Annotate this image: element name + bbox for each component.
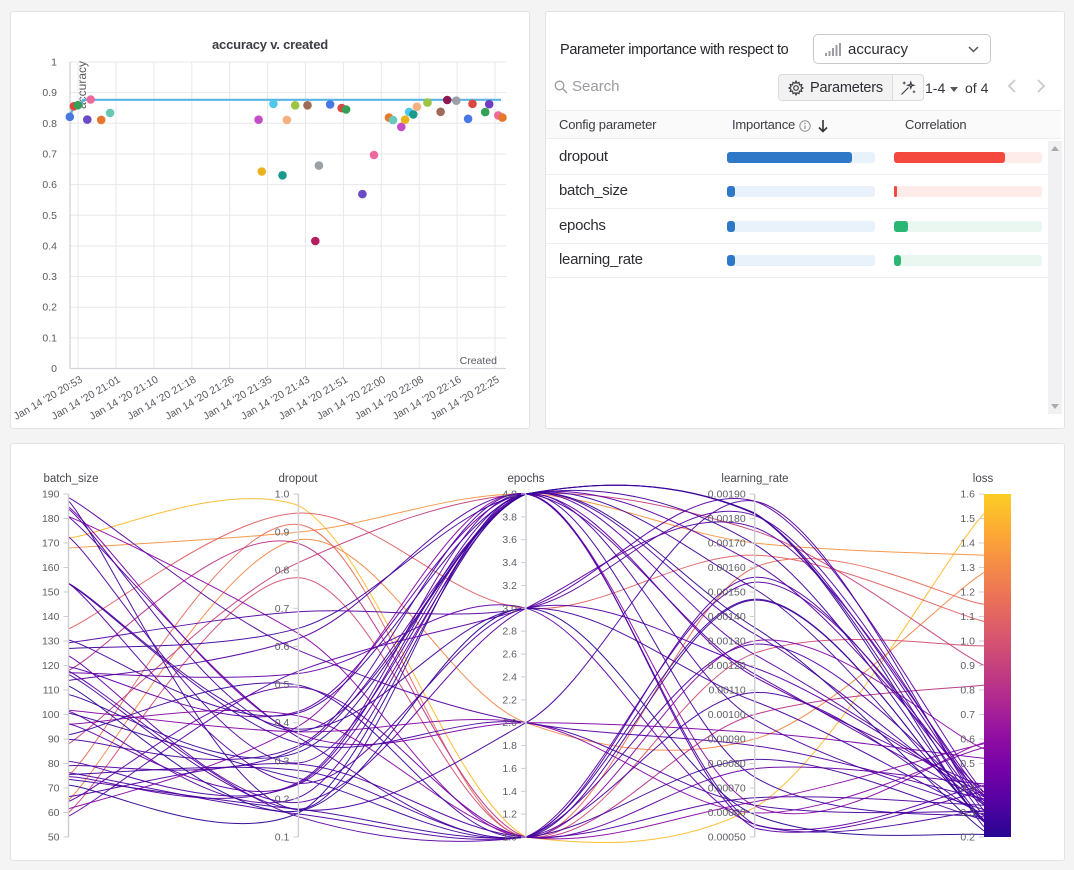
- svg-text:0.3: 0.3: [275, 755, 290, 767]
- svg-text:3.6: 3.6: [502, 534, 517, 546]
- svg-text:0.8: 0.8: [960, 685, 975, 697]
- svg-text:2.4: 2.4: [502, 671, 517, 683]
- svg-text:1.2: 1.2: [960, 587, 975, 599]
- svg-text:70: 70: [48, 783, 60, 795]
- svg-text:90: 90: [48, 734, 60, 746]
- svg-text:100: 100: [42, 709, 60, 721]
- svg-text:1.0: 1.0: [275, 489, 290, 501]
- svg-text:0.6: 0.6: [42, 179, 57, 191]
- svg-text:120: 120: [42, 660, 60, 672]
- svg-text:0.00060: 0.00060: [708, 807, 746, 819]
- svg-text:0.1: 0.1: [275, 832, 290, 844]
- svg-text:1.2: 1.2: [502, 809, 517, 821]
- svg-text:110: 110: [43, 685, 60, 697]
- svg-text:0.00070: 0.00070: [708, 783, 746, 795]
- svg-text:dropout: dropout: [278, 473, 318, 485]
- svg-text:0.9: 0.9: [42, 87, 57, 99]
- svg-text:0.6: 0.6: [275, 641, 290, 653]
- svg-text:0.00090: 0.00090: [708, 734, 746, 746]
- svg-text:0.5: 0.5: [42, 210, 57, 222]
- svg-text:0.7: 0.7: [42, 149, 57, 161]
- svg-text:Jan 14 '20 22:25: Jan 14 '20 22:25: [429, 374, 502, 423]
- svg-text:160: 160: [42, 562, 60, 574]
- svg-text:Created: Created: [460, 355, 498, 367]
- svg-text:60: 60: [48, 807, 60, 819]
- svg-text:0.00160: 0.00160: [708, 562, 746, 574]
- svg-text:140: 140: [42, 611, 60, 623]
- svg-text:0.7: 0.7: [275, 603, 290, 615]
- svg-text:0.00150: 0.00150: [708, 587, 746, 599]
- svg-text:3.4: 3.4: [502, 557, 517, 569]
- svg-text:1: 1: [51, 57, 57, 69]
- svg-text:0.3: 0.3: [42, 271, 57, 283]
- svg-text:loss: loss: [973, 473, 994, 485]
- svg-text:0.2: 0.2: [42, 302, 57, 314]
- svg-text:80: 80: [48, 758, 60, 770]
- svg-text:4.0: 4.0: [502, 489, 517, 501]
- svg-text:0.4: 0.4: [960, 783, 975, 795]
- svg-text:0.2: 0.2: [960, 832, 975, 844]
- svg-text:2.8: 2.8: [502, 626, 517, 638]
- svg-text:50: 50: [48, 832, 60, 844]
- svg-text:0.4: 0.4: [42, 240, 57, 252]
- svg-text:0.7: 0.7: [960, 709, 975, 721]
- svg-text:0.00100: 0.00100: [708, 709, 746, 721]
- svg-text:190: 190: [42, 489, 60, 501]
- svg-text:batch_size: batch_size: [44, 473, 99, 485]
- svg-text:2.2: 2.2: [502, 694, 517, 706]
- svg-text:0.8: 0.8: [42, 118, 57, 130]
- svg-text:180: 180: [42, 513, 60, 525]
- svg-text:1.3: 1.3: [960, 562, 975, 574]
- svg-text:3.0: 3.0: [502, 603, 517, 615]
- svg-text:0.9: 0.9: [275, 527, 290, 539]
- svg-text:1.1: 1.1: [960, 611, 975, 623]
- svg-text:0.8: 0.8: [275, 565, 290, 577]
- svg-text:0.00170: 0.00170: [708, 538, 746, 550]
- svg-text:1.5: 1.5: [960, 513, 975, 525]
- svg-text:0.9: 0.9: [960, 660, 975, 672]
- svg-text:1.0: 1.0: [960, 636, 975, 648]
- svg-text:0.00140: 0.00140: [708, 611, 746, 623]
- svg-text:3.2: 3.2: [502, 580, 517, 592]
- svg-text:learning_rate: learning_rate: [721, 473, 788, 485]
- svg-text:0.5: 0.5: [960, 758, 975, 770]
- svg-text:0.00120: 0.00120: [708, 660, 746, 672]
- svg-text:130: 130: [42, 636, 60, 648]
- svg-text:0.00130: 0.00130: [708, 636, 746, 648]
- svg-text:0: 0: [51, 363, 57, 375]
- svg-text:0.00080: 0.00080: [708, 758, 746, 770]
- svg-text:epochs: epochs: [507, 473, 544, 485]
- svg-text:2.0: 2.0: [502, 717, 517, 729]
- svg-text:1.6: 1.6: [502, 763, 517, 775]
- svg-text:accuracy v. created: accuracy v. created: [212, 37, 328, 52]
- svg-text:0.00050: 0.00050: [708, 832, 746, 844]
- svg-text:2.6: 2.6: [502, 649, 517, 661]
- svg-text:0.3: 0.3: [960, 807, 975, 819]
- svg-text:0.6: 0.6: [960, 734, 975, 746]
- svg-text:0.00190: 0.00190: [708, 489, 746, 501]
- svg-text:0.5: 0.5: [275, 679, 290, 691]
- svg-text:0.00180: 0.00180: [708, 513, 746, 525]
- svg-text:1.4: 1.4: [502, 786, 517, 798]
- svg-text:3.8: 3.8: [502, 511, 517, 523]
- svg-text:1.4: 1.4: [960, 538, 975, 550]
- svg-text:0.00110: 0.00110: [709, 685, 746, 697]
- svg-text:170: 170: [42, 538, 60, 550]
- svg-text:150: 150: [42, 587, 60, 599]
- svg-text:1.8: 1.8: [502, 740, 517, 752]
- svg-text:0.4: 0.4: [275, 717, 290, 729]
- svg-text:1.6: 1.6: [960, 489, 975, 501]
- svg-text:0.1: 0.1: [42, 332, 57, 344]
- svg-text:1.0: 1.0: [502, 832, 517, 844]
- svg-text:0.2: 0.2: [275, 793, 290, 805]
